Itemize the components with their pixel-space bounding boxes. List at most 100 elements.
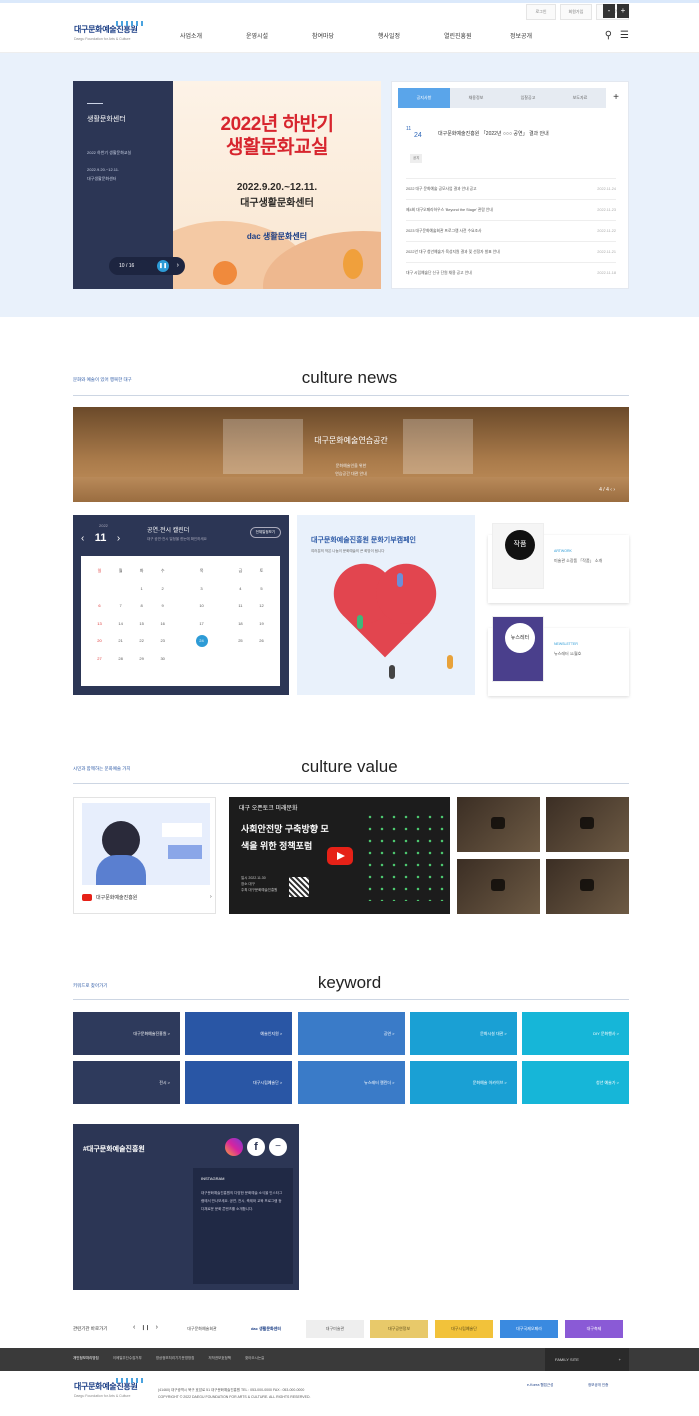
side-card-newsletter[interactable]: 뉴스레터 NEWSLETTER 뉴스레터 11월호 [488, 616, 629, 696]
keyword-button[interactable]: DIY 문화행사 > [522, 1012, 629, 1055]
calendar-day[interactable]: 14 [110, 615, 131, 633]
calendar-day[interactable]: 17 [173, 615, 230, 633]
tab-recruit[interactable]: 채용정보 [450, 88, 502, 108]
side-card-artwork[interactable]: 작품 ARTWORK 미술관 소장품 「작품」 소개 [488, 523, 629, 603]
calendar-day[interactable]: 18 [230, 615, 251, 633]
calendar-day[interactable]: 19 [251, 615, 272, 633]
list-item[interactable]: 2022년 대구 청년예술가 육성지원 결과 및 선정자 발표 안내 2022.1… [406, 241, 616, 262]
prev-partner-icon[interactable]: ‹ [133, 1324, 135, 1331]
calendar-day[interactable]: 8 [131, 597, 152, 615]
featured-video[interactable]: 대구 오픈토크 미래문화 사회안전망 구축방향 모색을 위한 정책포럼 일시 2… [229, 797, 450, 914]
zoom-out-button[interactable]: - [603, 4, 615, 18]
calendar-day[interactable]: 11 [230, 597, 251, 615]
calendar-day[interactable]: 2 [152, 580, 173, 598]
partner-logo[interactable]: 대구문화예술회관 [173, 1320, 231, 1338]
video-thumbnail[interactable] [546, 797, 629, 852]
tab-press[interactable]: 보도자료 [554, 88, 606, 108]
menu-icon[interactable]: ☰ [620, 30, 629, 41]
instagram-icon[interactable] [225, 1138, 243, 1156]
calendar-day[interactable]: 25 [230, 632, 251, 650]
pause-partner-icon[interactable]: ❙❙ [141, 1325, 149, 1331]
keyword-button[interactable]: 공연 > [297, 1012, 405, 1055]
list-item[interactable]: 2022 대구 문화예술 공모사업 결과 안내 공고 2022.11.24 [406, 178, 616, 199]
calendar-day[interactable]: 13 [89, 615, 110, 633]
calendar-day[interactable]: 3 [173, 580, 230, 598]
partner-logo[interactable]: 대구미술관 [306, 1320, 364, 1338]
calendar-day[interactable]: 5 [251, 580, 272, 598]
calendar-day[interactable]: 30 [152, 650, 173, 668]
chevron-right-icon[interactable]: › [613, 487, 615, 493]
footer-link-privacy[interactable]: 개인정보처리방침 [73, 1356, 99, 1361]
keyword-button[interactable]: 청년 예술가 > [522, 1061, 629, 1104]
login-link[interactable]: 로그인 [526, 4, 556, 20]
youtube-play-icon[interactable] [327, 847, 353, 865]
calendar-day[interactable]: 1 [131, 580, 152, 598]
partner-logo[interactable]: 대구국제오페라 [500, 1320, 558, 1338]
keyword-button[interactable]: 전시 > [73, 1061, 180, 1104]
calendar-day[interactable]: 22 [131, 632, 152, 650]
video-thumbnail[interactable] [546, 859, 629, 914]
keyword-button[interactable]: 문화시설 대관 > [409, 1012, 517, 1055]
calendar-day[interactable]: 16 [152, 615, 173, 633]
calendar-day[interactable]: 26 [251, 632, 272, 650]
donation-campaign[interactable]: 대구문화예술진흥원 문화기부캠페인 여러분의 작은 나눔이 문화예술의 큰 희망… [297, 515, 475, 695]
family-site-select[interactable]: FAMILY SITE + [545, 1348, 629, 1371]
slide-poster[interactable]: 2022년 하반기 생활문화교실 2022.9.20.~12.11. 대구생활문… [173, 81, 381, 289]
list-item[interactable]: 대구 시립예술단 신규 단원 채용 공고 안내 2022.11.18 [406, 262, 616, 283]
footer-link-copyright[interactable]: 저작권보호정책 [208, 1356, 231, 1361]
calendar-day[interactable]: 7 [110, 597, 131, 615]
footer-link-cctv[interactable]: 영상정보처리기기운영방침 [156, 1356, 195, 1361]
list-item[interactable]: 2023 대구문화예술회관 프로그램 사전 수요조사 2022.11.22 [406, 220, 616, 241]
more-icon[interactable]: − [269, 1138, 287, 1156]
partner-logo[interactable]: 대구공연정보 [370, 1320, 428, 1338]
chevron-left-icon[interactable]: ‹ [610, 487, 612, 493]
nav-item-participation[interactable]: 참여마당 [312, 31, 378, 40]
culture-news-banner[interactable]: 대구문화예술연습공간 문화예술인을 위한 연습공간 대관 안내 4 / 4 ‹ … [73, 407, 629, 502]
calendar-day[interactable]: 10 [173, 597, 230, 615]
calendar-day[interactable]: 24 [173, 632, 230, 650]
partner-logo[interactable]: dac 생활문화센터 [237, 1320, 295, 1338]
facebook-icon[interactable]: f [247, 1138, 265, 1156]
calendar-day[interactable]: 29 [131, 650, 152, 668]
keyword-button[interactable]: 예술인지원 > [185, 1012, 293, 1055]
keyword-button[interactable]: 대구시립예술단 > [185, 1061, 293, 1104]
list-item[interactable]: 제4회 대구오페라하우스 'Beyond the Stage' 관람 안내 202… [406, 199, 616, 220]
youtube-channel-card[interactable]: 대구문화예술진흥원 › [73, 797, 216, 914]
featured-notice[interactable]: 11 24 대구문화예술진흥원 「2022년 ○○○ 공연」 결과 안내 공지 [406, 126, 616, 166]
zoom-in-button[interactable]: + [617, 4, 629, 18]
search-icon[interactable]: ⚲ [605, 30, 612, 41]
next-partner-icon[interactable]: › [156, 1324, 158, 1331]
more-plus-icon[interactable]: + [606, 88, 626, 108]
calendar-day[interactable]: 20 [89, 632, 110, 650]
nav-item-events[interactable]: 행사일정 [378, 31, 444, 40]
prev-month-icon[interactable]: ‹ [81, 533, 84, 544]
calendar-day[interactable]: 27 [89, 650, 110, 668]
pause-icon[interactable]: ❚❚ [157, 260, 169, 272]
signup-link[interactable]: 회원가입 [559, 4, 593, 20]
nav-item-disclosure[interactable]: 정보공개 [510, 31, 576, 40]
calendar-day[interactable]: 28 [110, 650, 131, 668]
nav-item-about[interactable]: 사업소개 [180, 31, 246, 40]
calendar-day[interactable]: 15 [131, 615, 152, 633]
calendar-day[interactable]: 9 [152, 597, 173, 615]
footer-link-location[interactable]: 찾아오시는길 [245, 1356, 264, 1361]
calendar-day[interactable]: 12 [251, 597, 272, 615]
partner-logo[interactable]: 대구시립예술단 [435, 1320, 493, 1338]
keyword-button[interactable]: 문화예술 아카이브 > [409, 1061, 517, 1104]
calendar-day[interactable]: 21 [110, 632, 131, 650]
nav-item-facilities[interactable]: 운영시설 [246, 31, 312, 40]
next-arrow-icon[interactable]: › [177, 257, 179, 275]
nav-item-open[interactable]: 열린진흥원 [444, 31, 510, 40]
partner-logo[interactable]: 대구축제 [565, 1320, 623, 1338]
keyword-button[interactable]: 대구문화예술진흥원 > [73, 1012, 180, 1055]
tab-bid[interactable]: 입찰공고 [502, 88, 554, 108]
calendar-day[interactable]: 4 [230, 580, 251, 598]
video-thumbnail[interactable] [457, 859, 540, 914]
footer-link-email[interactable]: 이메일무단수집거부 [113, 1356, 142, 1361]
next-month-icon[interactable]: › [117, 533, 120, 544]
certification-badge[interactable]: 정보공개 인증 [588, 1383, 628, 1399]
view-all-events-button[interactable]: 전체일정보기 [249, 527, 281, 538]
video-thumbnail[interactable] [457, 797, 540, 852]
site-logo[interactable]: 대구문화예술진흥원 Daegu Foundation for Arts & Cu… [74, 21, 150, 50]
accessibility-badge[interactable]: e-Korea 웹접근성 [527, 1383, 567, 1399]
